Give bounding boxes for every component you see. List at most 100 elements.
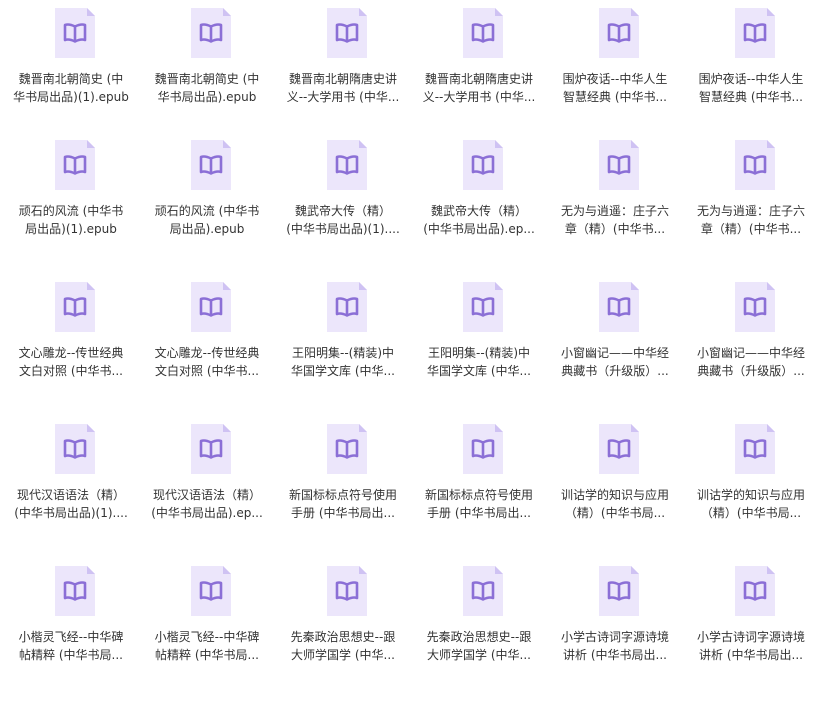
file-name: 无为与逍遥：庄子六 章（精）(中华书...: [549, 202, 681, 238]
ebook-file-icon: [53, 6, 97, 60]
file-item[interactable]: 魏晋南北朝隋唐史讲 义--大学用书 (中华...: [413, 6, 545, 146]
file-item[interactable]: 围炉夜话--中华人生 智慧经典 (中华书...: [549, 6, 681, 146]
file-item[interactable]: 魏晋南北朝简史 (中 华书局出品)(1).epub: [5, 6, 137, 146]
file-name-line-2: 华书局出品).epub: [157, 90, 257, 104]
ebook-file-icon: [597, 280, 641, 334]
file-name-line-1: 训诂学的知识与应用: [560, 488, 669, 502]
file-item[interactable]: 无为与逍遥：庄子六 章（精）(中华书...: [685, 138, 817, 278]
file-name-line-1: 王阳明集--(精装)中: [427, 346, 531, 360]
file-name-line-2: 帖精粹 (中华书局...: [19, 648, 123, 662]
file-name-line-2: 讲析 (中华书局出...: [699, 648, 803, 662]
file-name: 顽石的风流 (中华书 局出品).epub: [141, 202, 273, 238]
file-item[interactable]: 小窗幽记——中华经 典藏书（升级版）...: [685, 280, 817, 420]
ebook-file-icon: [325, 280, 369, 334]
ebook-file-icon: [597, 6, 641, 60]
file-name-line-2: (中华书局出品)(1)....: [286, 222, 400, 236]
file-item[interactable]: 现代汉语语法（精） (中华书局出品)(1)....: [5, 422, 137, 562]
file-item[interactable]: 王阳明集--(精装)中 华国学文库 (中华...: [413, 280, 545, 420]
file-item[interactable]: 小学古诗词字源诗境 讲析 (中华书局出...: [685, 564, 817, 704]
file-name: 现代汉语语法（精） (中华书局出品)(1)....: [5, 486, 137, 522]
file-name: 无为与逍遥：庄子六 章（精）(中华书...: [685, 202, 817, 238]
file-item[interactable]: 魏武帝大传（精） (中华书局出品).ep...: [413, 138, 545, 278]
ebook-file-icon: [733, 6, 777, 60]
file-item[interactable]: 新国标标点符号使用 手册 (中华书局出...: [413, 422, 545, 562]
file-name-line-1: 先秦政治思想史--跟: [290, 630, 396, 644]
file-name-line-1: 小窗幽记——中华经: [696, 346, 805, 360]
file-name: 魏晋南北朝隋唐史讲 义--大学用书 (中华...: [277, 70, 409, 106]
file-item[interactable]: 小楷灵飞经--中华碑 帖精粹 (中华书局...: [5, 564, 137, 704]
ebook-file-icon: [733, 138, 777, 192]
file-name: 现代汉语语法（精） (中华书局出品).ep...: [141, 486, 273, 522]
file-item[interactable]: 文心雕龙--传世经典 文白对照 (中华书...: [5, 280, 137, 420]
file-name: 先秦政治思想史--跟 大师学国学 (中华...: [277, 628, 409, 664]
file-name: 先秦政治思想史--跟 大师学国学 (中华...: [413, 628, 545, 664]
file-item[interactable]: 小窗幽记——中华经 典藏书（升级版）...: [549, 280, 681, 420]
file-item[interactable]: 小学古诗词字源诗境 讲析 (中华书局出...: [549, 564, 681, 704]
ebook-file-icon: [53, 422, 97, 476]
file-name: 王阳明集--(精装)中 华国学文库 (中华...: [277, 344, 409, 380]
file-item[interactable]: 现代汉语语法（精） (中华书局出品).ep...: [141, 422, 273, 562]
file-name-line-1: 先秦政治思想史--跟: [426, 630, 532, 644]
file-name: 顽石的风流 (中华书 局出品)(1).epub: [5, 202, 137, 238]
file-name-line-2: 大师学国学 (中华...: [291, 648, 395, 662]
file-name: 魏晋南北朝简史 (中 华书局出品)(1).epub: [5, 70, 137, 106]
file-name: 新国标标点符号使用 手册 (中华书局出...: [413, 486, 545, 522]
file-name-line-1: 顽石的风流 (中华书: [154, 204, 260, 218]
file-item[interactable]: 新国标标点符号使用 手册 (中华书局出...: [277, 422, 409, 562]
file-name-line-2: 典藏书（升级版）...: [697, 364, 805, 378]
file-name-line-1: 围炉夜话--中华人生: [698, 72, 804, 86]
ebook-file-icon: [189, 138, 233, 192]
file-name-line-2: 华书局出品)(1).epub: [13, 90, 129, 104]
file-item[interactable]: 魏晋南北朝简史 (中 华书局出品).epub: [141, 6, 273, 146]
file-item[interactable]: 无为与逍遥：庄子六 章（精）(中华书...: [549, 138, 681, 278]
file-item[interactable]: 顽石的风流 (中华书 局出品)(1).epub: [5, 138, 137, 278]
file-item[interactable]: 先秦政治思想史--跟 大师学国学 (中华...: [277, 564, 409, 704]
file-name-line-2: 文白对照 (中华书...: [155, 364, 259, 378]
file-name-line-1: 小楷灵飞经--中华碑: [154, 630, 260, 644]
file-item[interactable]: 小楷灵飞经--中华碑 帖精粹 (中华书局...: [141, 564, 273, 704]
file-name-line-2: 文白对照 (中华书...: [19, 364, 123, 378]
file-name-line-2: 大师学国学 (中华...: [427, 648, 531, 662]
ebook-file-icon: [189, 280, 233, 334]
ebook-file-icon: [461, 6, 505, 60]
file-name-line-2: 义--大学用书 (中华...: [286, 90, 400, 104]
file-name-line-2: 局出品)(1).epub: [25, 222, 117, 236]
ebook-file-icon: [597, 422, 641, 476]
ebook-file-icon: [325, 6, 369, 60]
file-name-line-1: 魏武帝大传（精）: [430, 204, 527, 218]
file-name-line-2: （精）(中华书局...: [564, 506, 666, 520]
ebook-file-icon: [461, 564, 505, 618]
file-item[interactable]: 先秦政治思想史--跟 大师学国学 (中华...: [413, 564, 545, 704]
file-name-line-2: 华国学文库 (中华...: [291, 364, 395, 378]
file-name-line-2: (中华书局出品).ep...: [151, 506, 263, 520]
ebook-file-icon: [53, 138, 97, 192]
ebook-file-icon: [325, 564, 369, 618]
file-name-line-1: 文心雕龙--传世经典: [154, 346, 260, 360]
file-item[interactable]: 文心雕龙--传世经典 文白对照 (中华书...: [141, 280, 273, 420]
file-name: 小楷灵飞经--中华碑 帖精粹 (中华书局...: [141, 628, 273, 664]
file-name: 小窗幽记——中华经 典藏书（升级版）...: [685, 344, 817, 380]
file-item[interactable]: 围炉夜话--中华人生 智慧经典 (中华书...: [685, 6, 817, 146]
file-name: 魏武帝大传（精） (中华书局出品)(1)....: [277, 202, 409, 238]
file-name-line-2: (中华书局出品).ep...: [423, 222, 535, 236]
file-item[interactable]: 魏武帝大传（精） (中华书局出品)(1)....: [277, 138, 409, 278]
file-item[interactable]: 训诂学的知识与应用 （精）(中华书局...: [549, 422, 681, 562]
file-item[interactable]: 魏晋南北朝隋唐史讲 义--大学用书 (中华...: [277, 6, 409, 146]
file-name-line-2: 章（精）(中华书...: [700, 222, 802, 236]
file-name-line-2: 讲析 (中华书局出...: [563, 648, 667, 662]
file-name-line-2: 义--大学用书 (中华...: [422, 90, 536, 104]
ebook-file-icon: [597, 138, 641, 192]
file-name-line-2: 手册 (中华书局出...: [291, 506, 395, 520]
file-name-line-2: 章（精）(中华书...: [564, 222, 666, 236]
file-item[interactable]: 顽石的风流 (中华书 局出品).epub: [141, 138, 273, 278]
file-item[interactable]: 王阳明集--(精装)中 华国学文库 (中华...: [277, 280, 409, 420]
file-name: 小学古诗词字源诗境 讲析 (中华书局出...: [685, 628, 817, 664]
file-name-line-1: 现代汉语语法（精）: [16, 488, 125, 502]
ebook-file-icon: [189, 564, 233, 618]
ebook-file-icon: [325, 422, 369, 476]
file-name-line-2: 智慧经典 (中华书...: [563, 90, 667, 104]
file-name: 围炉夜话--中华人生 智慧经典 (中华书...: [549, 70, 681, 106]
file-item[interactable]: 训诂学的知识与应用 （精）(中华书局...: [685, 422, 817, 562]
file-name-line-2: 手册 (中华书局出...: [427, 506, 531, 520]
ebook-file-icon: [53, 280, 97, 334]
